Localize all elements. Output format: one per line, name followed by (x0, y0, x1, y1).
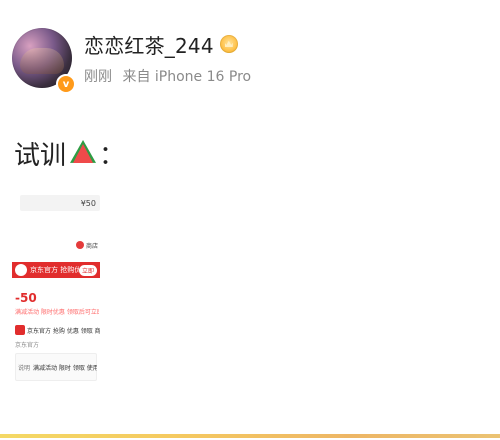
product-thumb (15, 325, 25, 335)
price-value: ¥50 (80, 198, 96, 208)
watermelon-icon (70, 140, 96, 166)
shop-logo-icon (76, 241, 84, 249)
discount-note: 满减活动 限时优惠 领取后可立即使用 (15, 309, 99, 315)
post-text-content: 试训 (14, 140, 67, 171)
verified-badge-icon: v (56, 74, 76, 94)
post-source: 来自 iPhone 16 Pro (122, 69, 252, 85)
shop-label: 商店 (86, 242, 99, 250)
post-time: 刚刚 (84, 69, 112, 85)
post-text: 试训 ： (14, 135, 125, 171)
product-title: 京东官方 抢购 优惠 领取 商品 (15, 324, 100, 336)
promo-text: 京东官方 抢购优惠 (30, 266, 79, 274)
promo-bar: 京东官方 抢购优惠 立即 (12, 262, 100, 278)
discount-amount: -50 (15, 291, 37, 305)
post-image[interactable]: ¥50 商店 京东官方 抢购优惠 立即 -50 满减活动 限时优惠 领取后可立即… (12, 185, 100, 395)
bottom-divider (0, 434, 500, 438)
crown-icon (219, 35, 238, 53)
detail-box: 说明 满减活动 限时 领取 使用 (15, 353, 97, 381)
detail-label: 说明 (18, 364, 31, 372)
promo-logo-icon (15, 264, 27, 276)
post-meta: 刚刚 来自 iPhone 16 Pro (84, 66, 257, 86)
username-row: 恋恋红茶_244 (84, 30, 238, 58)
product-title-text: 京东官方 抢购 优惠 领取 商品 (27, 327, 100, 335)
post-text-colon: ： (99, 140, 126, 171)
detail-text: 满减活动 限时 领取 使用 (33, 364, 97, 372)
product-sub-note: 京东官方 (15, 342, 40, 349)
username[interactable]: 恋恋红茶_244 (84, 30, 214, 59)
price-field: ¥50 (20, 195, 100, 211)
post-header: v 恋恋红茶_244 刚刚 来自 iPhone 16 Pro (12, 22, 472, 102)
promo-pill: 立即 (78, 264, 97, 276)
shop-row: 商店 (76, 238, 98, 252)
